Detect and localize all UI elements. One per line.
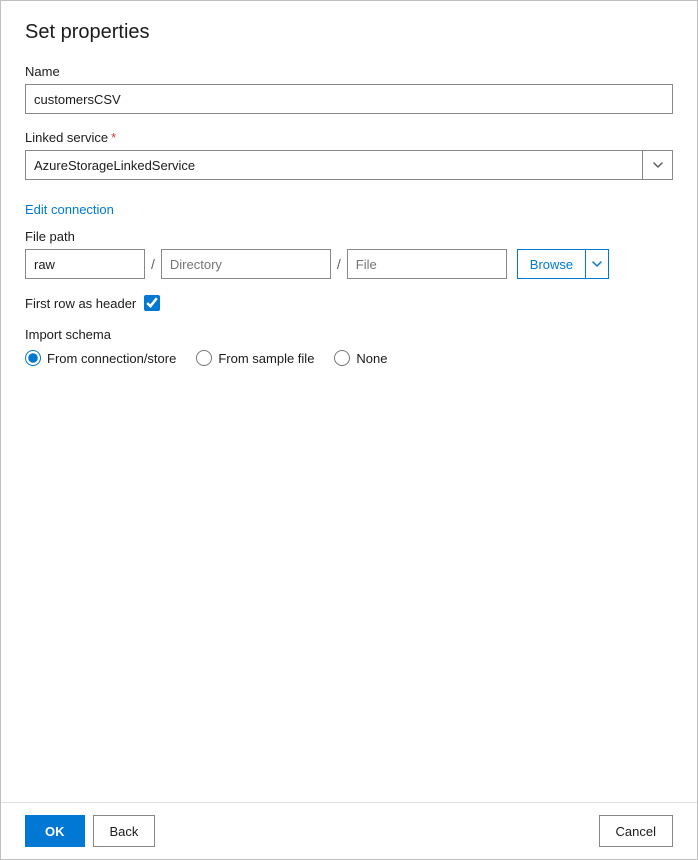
name-label: Name: [25, 64, 673, 79]
radio-from-sample-label: From sample file: [218, 351, 314, 366]
edit-connection-link[interactable]: Edit connection: [25, 202, 114, 217]
name-group: Name: [25, 64, 673, 114]
required-indicator: *: [111, 130, 116, 145]
file-path-file-input[interactable]: [347, 249, 507, 279]
radio-none-input[interactable]: [334, 350, 350, 366]
radio-from-connection[interactable]: From connection/store: [25, 350, 176, 366]
file-path-directory-input[interactable]: [161, 249, 331, 279]
file-path-container-input[interactable]: [25, 249, 145, 279]
first-row-header-label: First row as header: [25, 296, 136, 311]
separator-1: /: [149, 256, 157, 272]
linked-service-label: Linked service*: [25, 130, 673, 145]
radio-from-sample-input[interactable]: [196, 350, 212, 366]
browse-button-container: Browse: [517, 249, 609, 279]
browse-chevron-icon: [592, 261, 602, 267]
radio-from-connection-label: From connection/store: [47, 351, 176, 366]
import-schema-radio-group: From connection/store From sample file N…: [25, 350, 673, 366]
radio-from-sample[interactable]: From sample file: [196, 350, 314, 366]
dialog-content: Set properties Name Linked service* Azur…: [1, 1, 697, 802]
set-properties-dialog: Set properties Name Linked service* Azur…: [0, 0, 698, 860]
name-input[interactable]: [25, 84, 673, 114]
dialog-title: Set properties: [25, 21, 673, 44]
linked-service-select[interactable]: AzureStorageLinkedService: [26, 151, 672, 179]
dialog-footer: OK Back Cancel: [1, 802, 697, 859]
import-schema-section: Import schema From connection/store From…: [25, 327, 673, 366]
radio-from-connection-input[interactable]: [25, 350, 41, 366]
radio-none[interactable]: None: [334, 350, 387, 366]
ok-button[interactable]: OK: [25, 815, 85, 847]
cancel-button[interactable]: Cancel: [599, 815, 673, 847]
import-schema-title: Import schema: [25, 327, 673, 342]
linked-service-group: Linked service* AzureStorageLinkedServic…: [25, 130, 673, 180]
file-path-group: File path / / Browse: [25, 229, 673, 279]
separator-2: /: [335, 256, 343, 272]
back-button[interactable]: Back: [93, 815, 156, 847]
browse-button[interactable]: Browse: [517, 249, 585, 279]
radio-none-label: None: [356, 351, 387, 366]
first-row-header-checkbox[interactable]: [144, 295, 160, 311]
file-path-label: File path: [25, 229, 673, 244]
linked-service-dropdown[interactable]: AzureStorageLinkedService: [25, 150, 673, 180]
footer-left-buttons: OK Back: [25, 815, 155, 847]
file-path-row: / / Browse: [25, 249, 673, 279]
first-row-header-row: First row as header: [25, 295, 673, 311]
browse-dropdown-button[interactable]: [585, 249, 609, 279]
